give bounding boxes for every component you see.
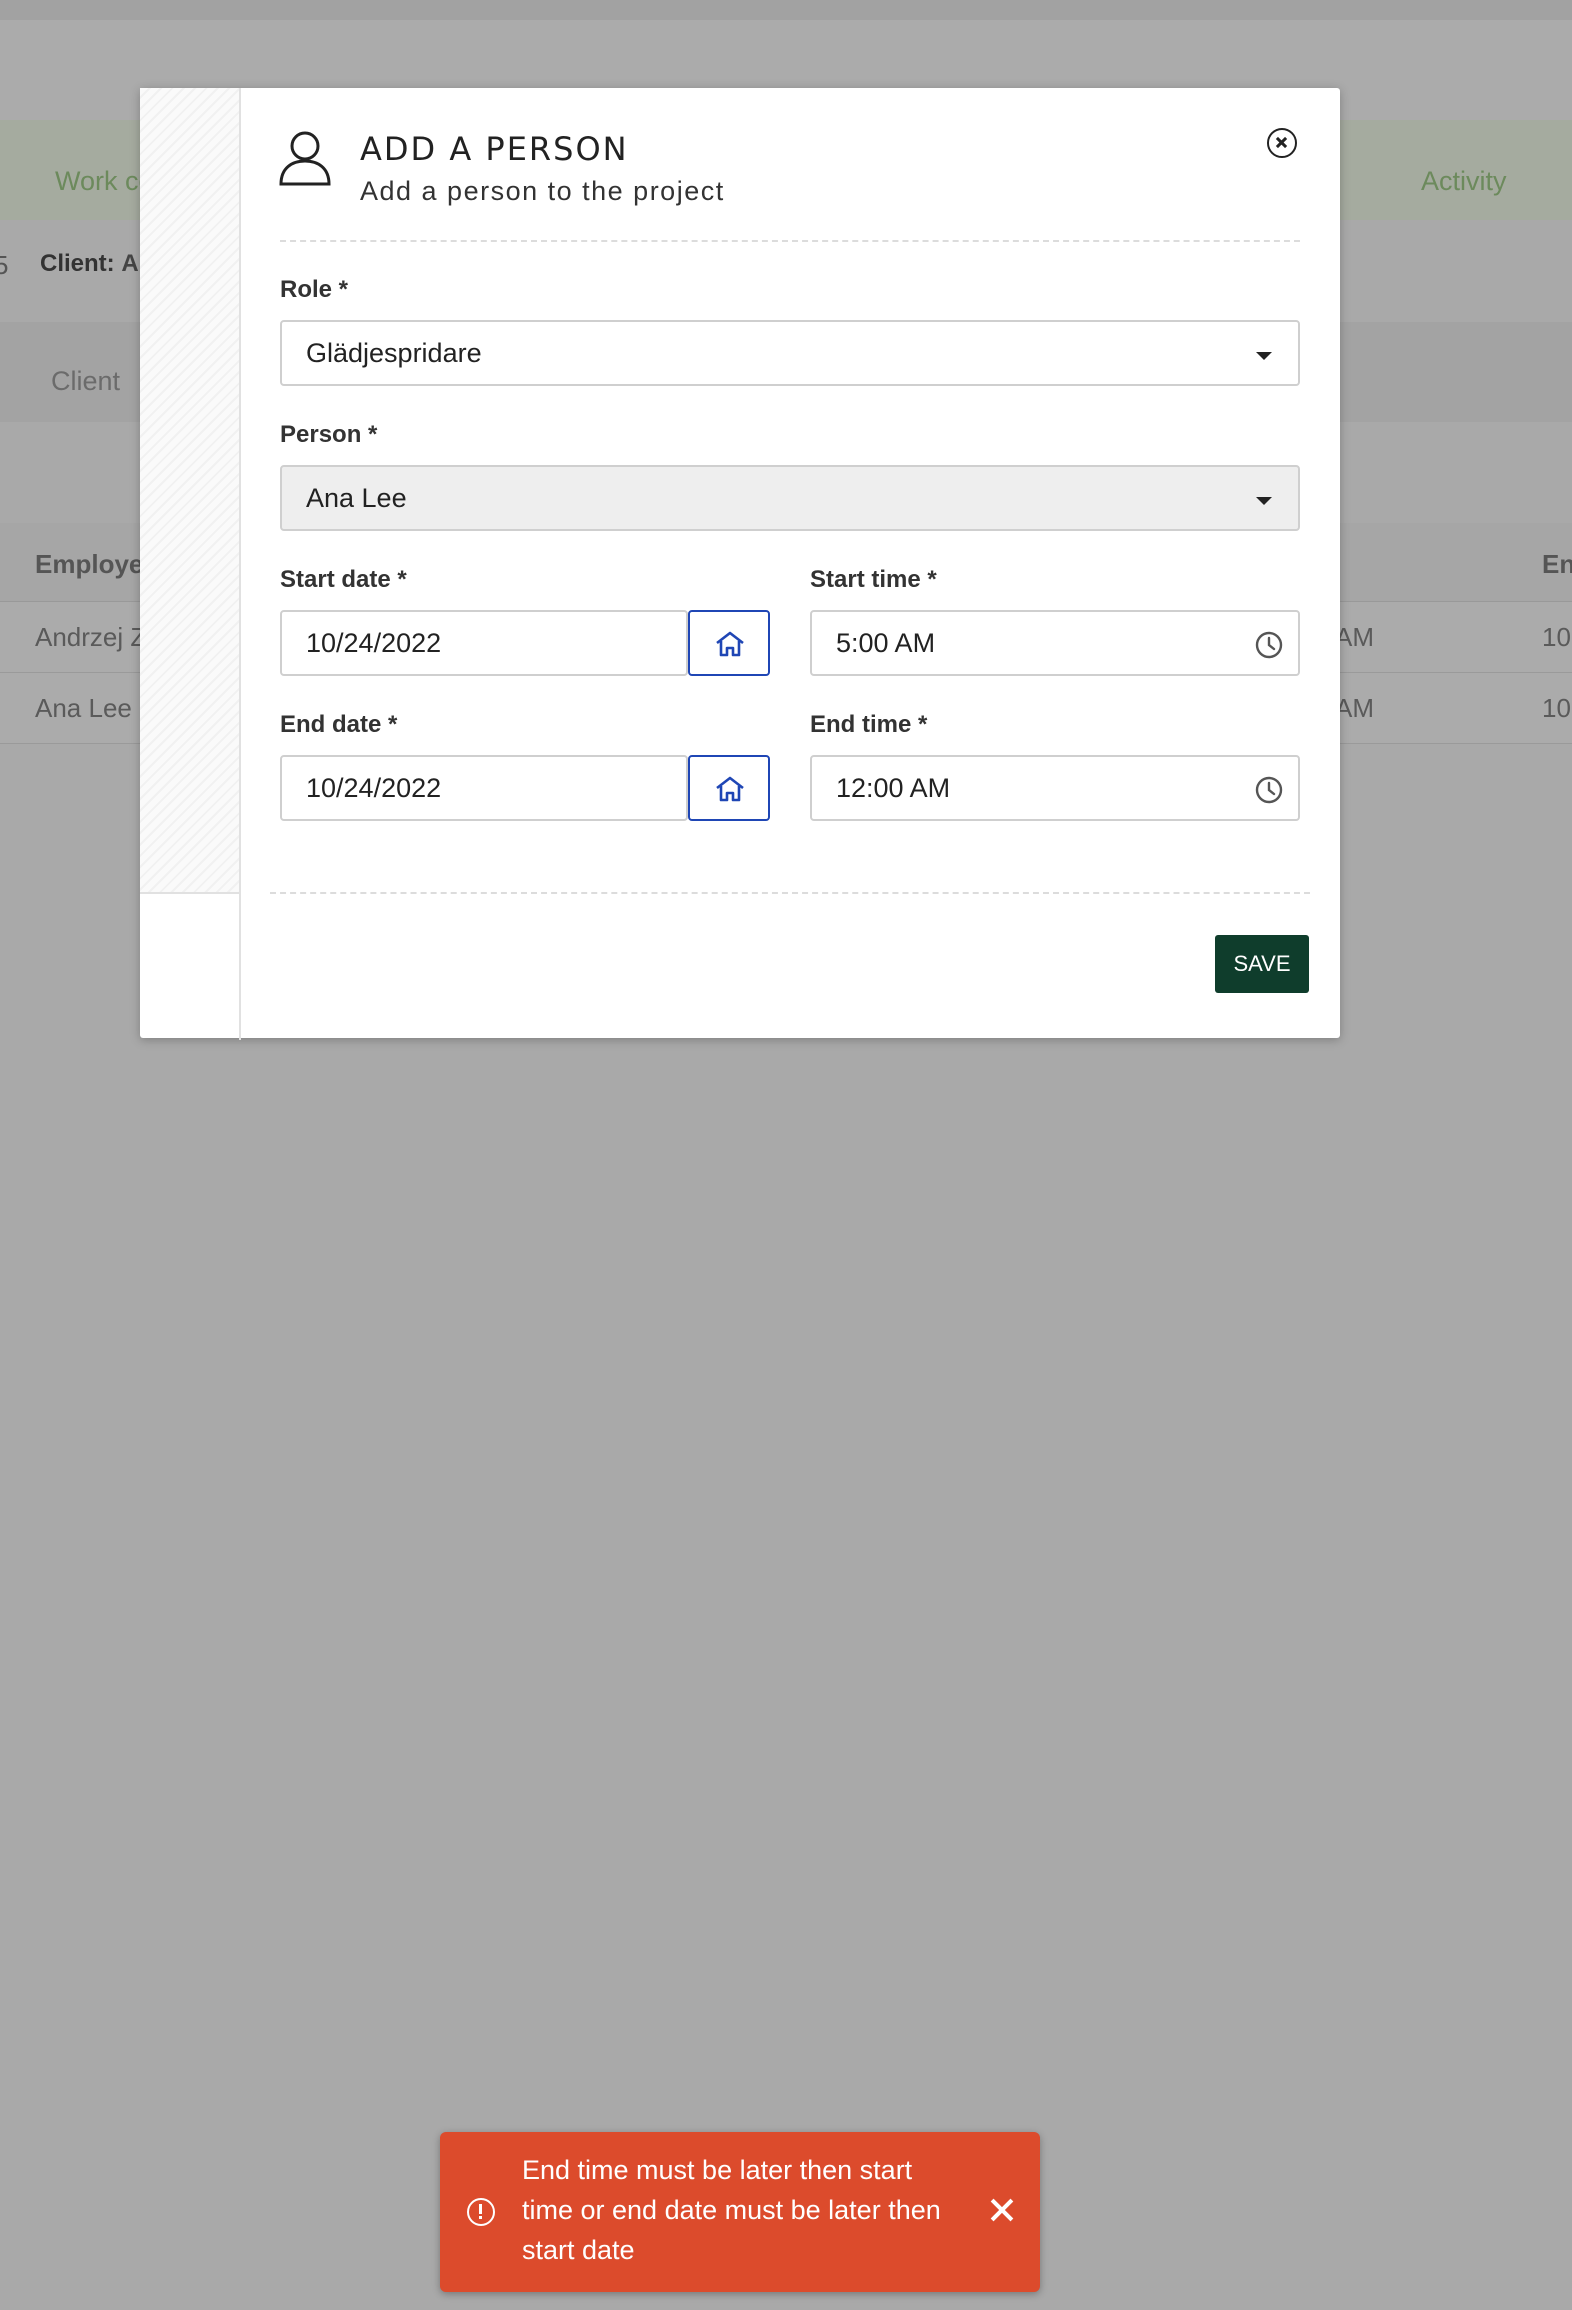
person-select[interactable]: Ana Lee: [280, 465, 1300, 531]
home-icon: [716, 776, 744, 802]
start-time-label: Start time *: [810, 566, 937, 593]
error-toast: End time must be later then start time o…: [440, 2132, 1040, 2292]
alert-icon: [467, 2198, 495, 2226]
tab-work[interactable]: Work co: [55, 166, 154, 197]
person-label: Person *: [280, 421, 378, 448]
start-time-value: 5:00 AM: [836, 628, 936, 658]
row-name: Ana Lee: [35, 693, 132, 723]
header-divider: [280, 240, 1300, 242]
client-label: Client: A: [40, 250, 139, 278]
modal-side-footer: [140, 892, 241, 1040]
app-topbar: [0, 0, 1572, 20]
modal-side-panel: [140, 88, 241, 892]
column-header-end: En: [1542, 549, 1572, 579]
end-date-input[interactable]: 10/24/2022: [280, 755, 688, 821]
role-select[interactable]: Glädjespridare: [280, 320, 1300, 386]
modal-subtitle: Add a person to the project: [360, 176, 725, 206]
start-date-input[interactable]: 10/24/2022: [280, 610, 688, 676]
person-value: Ana Lee: [306, 483, 407, 513]
chevron-down-icon: [1256, 497, 1272, 505]
row-end: 10,: [1542, 622, 1572, 652]
project-number: 5: [0, 250, 9, 280]
close-modal-icon[interactable]: [1267, 128, 1297, 158]
row-end: 10,: [1542, 693, 1572, 723]
row-time: AM: [1335, 693, 1374, 723]
end-date-picker-button[interactable]: [688, 755, 770, 821]
client-label-text: Client:: [40, 250, 115, 277]
start-date-picker-button[interactable]: [688, 610, 770, 676]
chevron-down-icon: [1256, 352, 1272, 360]
row-name: Andrzej Z: [35, 622, 147, 652]
end-date-value: 10/24/2022: [306, 773, 442, 803]
modal-title: ADD A PERSON: [360, 130, 629, 168]
role-value: Glädjespridare: [306, 338, 482, 368]
start-time-input[interactable]: 5:00 AM: [810, 610, 1300, 676]
start-date-label: Start date *: [280, 566, 407, 593]
start-date-value: 10/24/2022: [306, 628, 442, 658]
end-time-input[interactable]: 12:00 AM: [810, 755, 1300, 821]
row-time: AM: [1335, 622, 1374, 652]
end-time-value: 12:00 AM: [836, 773, 951, 803]
subbar-client[interactable]: Client: [51, 366, 120, 397]
clock-icon: [1255, 631, 1283, 659]
footer-divider: [270, 892, 1310, 894]
clock-icon: [1255, 776, 1283, 804]
client-value: A: [121, 250, 139, 277]
tab-activity[interactable]: Activity: [1421, 166, 1507, 197]
save-button[interactable]: SAVE: [1215, 935, 1309, 993]
person-icon: [279, 131, 331, 186]
end-time-label: End time *: [810, 711, 928, 738]
add-person-modal: ADD A PERSON Add a person to the project…: [140, 88, 1340, 1040]
close-toast-icon[interactable]: [988, 2196, 1016, 2224]
end-date-label: End date *: [280, 711, 398, 738]
home-icon: [716, 631, 744, 657]
toast-message: End time must be later then start time o…: [522, 2155, 941, 2265]
column-header-employee: Employe: [35, 549, 144, 579]
role-label: Role *: [280, 276, 349, 303]
